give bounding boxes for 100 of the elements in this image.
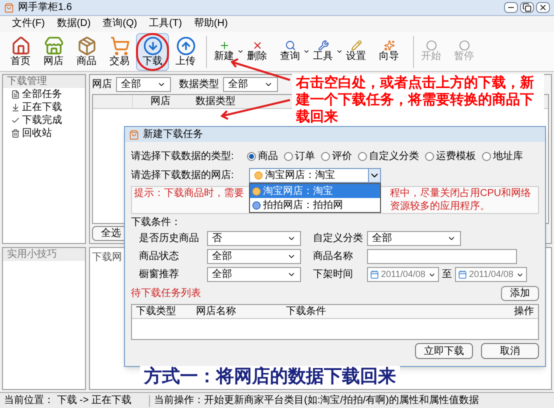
menu-item[interactable]: 查询(Q) (102, 18, 138, 30)
caret-icon[interactable] (237, 48, 244, 55)
radio-option[interactable]: 订单 (284, 149, 315, 164)
dialog-button[interactable]: 取消 (481, 343, 539, 359)
toolbar-button[interactable]: 工具 (310, 34, 336, 68)
menu-item[interactable]: 帮助(H) (194, 18, 228, 30)
add-button[interactable]: 添加 (501, 286, 539, 300)
condition-label: 下架时间 (313, 268, 354, 282)
check-icon (11, 116, 20, 125)
trash-icon (11, 129, 20, 138)
tree-item[interactable]: 回收站 (3, 127, 85, 140)
caret-icon (368, 169, 380, 182)
field-label: 请选择下载数据的类型: (131, 150, 235, 164)
menu-item[interactable]: 文件(F) (12, 18, 45, 30)
plus-icon (218, 40, 230, 51)
restore-icon[interactable] (520, 2, 534, 13)
range-separator: 至 (442, 268, 452, 282)
filter-label: 网店 (92, 78, 112, 92)
radio-option[interactable]: 自定义分类 (358, 149, 419, 164)
storefront-icon (44, 36, 64, 56)
dropdown-option[interactable]: 淘宝网店：淘宝 (250, 184, 380, 198)
dialog-title: 新建下载任务 (143, 128, 203, 140)
field-label: 请选择下载数据的网店: (131, 168, 235, 183)
caret-icon[interactable] (303, 48, 310, 55)
menu-item[interactable]: 数据(D) (56, 18, 91, 30)
toolbar-button[interactable]: 首页 (4, 32, 37, 70)
condition-select[interactable]: 否 (207, 231, 301, 246)
toolbar-button[interactable]: 向导 (376, 34, 402, 68)
filter-select[interactable]: 全部 (223, 77, 278, 92)
caption-text: 方式一：将网店的数据下载回来 (140, 366, 400, 388)
radio-button[interactable] (482, 152, 491, 161)
search-icon (284, 40, 296, 51)
condition-label: 商品状态 (139, 250, 180, 264)
tree-item[interactable]: 全部任务 (3, 88, 85, 101)
dialog-button[interactable]: 立即下载 (415, 343, 473, 359)
condition-select[interactable]: 全部 (207, 267, 301, 282)
package-icon (76, 36, 96, 56)
wrench-icon (318, 40, 328, 51)
toolbar-button[interactable]: 查询 (277, 34, 303, 68)
circle-icon (458, 40, 470, 51)
column-header: 网店 (150, 95, 172, 108)
filter-select[interactable]: 全部 (116, 77, 171, 92)
calendar-icon (458, 270, 467, 279)
toolbar-button[interactable]: 设置 (343, 34, 369, 68)
close-icon[interactable] (536, 2, 550, 13)
column-header: 操作 (514, 305, 534, 319)
minimize-icon[interactable] (504, 2, 518, 13)
shop-combobox[interactable]: 淘宝网店：淘宝 (249, 168, 381, 183)
column-header: 下载类型 (136, 304, 177, 319)
radio-button[interactable] (284, 152, 293, 161)
house-icon (10, 36, 30, 56)
upload-icon (176, 36, 196, 56)
condition-label: 商品名称 (313, 250, 354, 264)
pencil-icon (350, 40, 362, 51)
menu-item[interactable]: 工具(T) (149, 18, 182, 30)
circle-icon (426, 40, 436, 51)
section-title: 待下载任务列表 (131, 286, 201, 300)
dropdown-option[interactable]: 拍拍网店：拍拍网 (250, 198, 380, 212)
date-picker[interactable]: 2011/04/08 (455, 267, 527, 282)
date-picker[interactable]: 2011/04/08 (367, 267, 439, 282)
condition-input[interactable] (367, 249, 517, 264)
caret-icon (157, 80, 166, 89)
condition-select[interactable]: 全部 (367, 231, 461, 246)
close-icon (252, 40, 262, 51)
radio-button[interactable] (247, 152, 256, 161)
status-operation: 当前操作：开始更新商家平台类目(如:淘宝/拍拍/有啊)的属性和属性值数据 (153, 394, 480, 406)
download-icon (11, 103, 20, 112)
radio-button[interactable] (321, 152, 330, 161)
condition-select[interactable]: 全部 (207, 249, 301, 264)
toolbar-button[interactable]: 网店 (37, 32, 70, 70)
radio-option[interactable]: 地址库 (482, 149, 523, 164)
radio-button[interactable] (358, 152, 367, 161)
window-title: 网手掌柜1.6 (18, 2, 72, 14)
condition-label: 是否历史商品 (139, 232, 200, 246)
status-location: 当前位置： 下载 -> 正在下载 (0, 394, 150, 406)
annotation-text: 右击空白处，或者点击上方的下载，新建一个下载任务，将需要转换的商品下载回来 (292, 74, 544, 125)
toolbar-button[interactable]: 上传 (169, 32, 202, 70)
toolbar-button[interactable]: 删除 (244, 34, 270, 68)
radio-option[interactable]: 运费模板 (425, 149, 476, 164)
document-icon (11, 90, 20, 99)
toolbar-button[interactable]: 商品 (70, 32, 103, 70)
radio-option[interactable]: 评价 (321, 149, 352, 164)
toolbar-button[interactable]: 交易 (103, 32, 136, 70)
caret-icon (447, 234, 456, 243)
app-logo-icon (4, 2, 14, 12)
tree-item[interactable]: 下载完成 (3, 114, 85, 127)
sparkle-icon (384, 40, 394, 51)
column-header: 下载条件 (286, 304, 327, 319)
filter-label: 数据类型 (179, 78, 219, 92)
toolbar-button[interactable]: 新建 (211, 34, 237, 68)
section-title: 下载条件： (131, 216, 182, 229)
tree-item[interactable]: 正在下载 (3, 101, 85, 114)
hint-text: 提示：下载商品时，需要 (134, 187, 245, 200)
caret-icon[interactable] (336, 48, 343, 55)
caret-icon (264, 80, 273, 89)
hint-text: 程中，尽量关闭占用CPU和网络资源较多的应用程序。 (390, 187, 532, 213)
calendar-icon (370, 270, 379, 279)
panel-title: 实用小技巧 (3, 248, 85, 261)
radio-option[interactable]: 商品 (247, 149, 278, 164)
radio-button[interactable] (425, 152, 434, 161)
